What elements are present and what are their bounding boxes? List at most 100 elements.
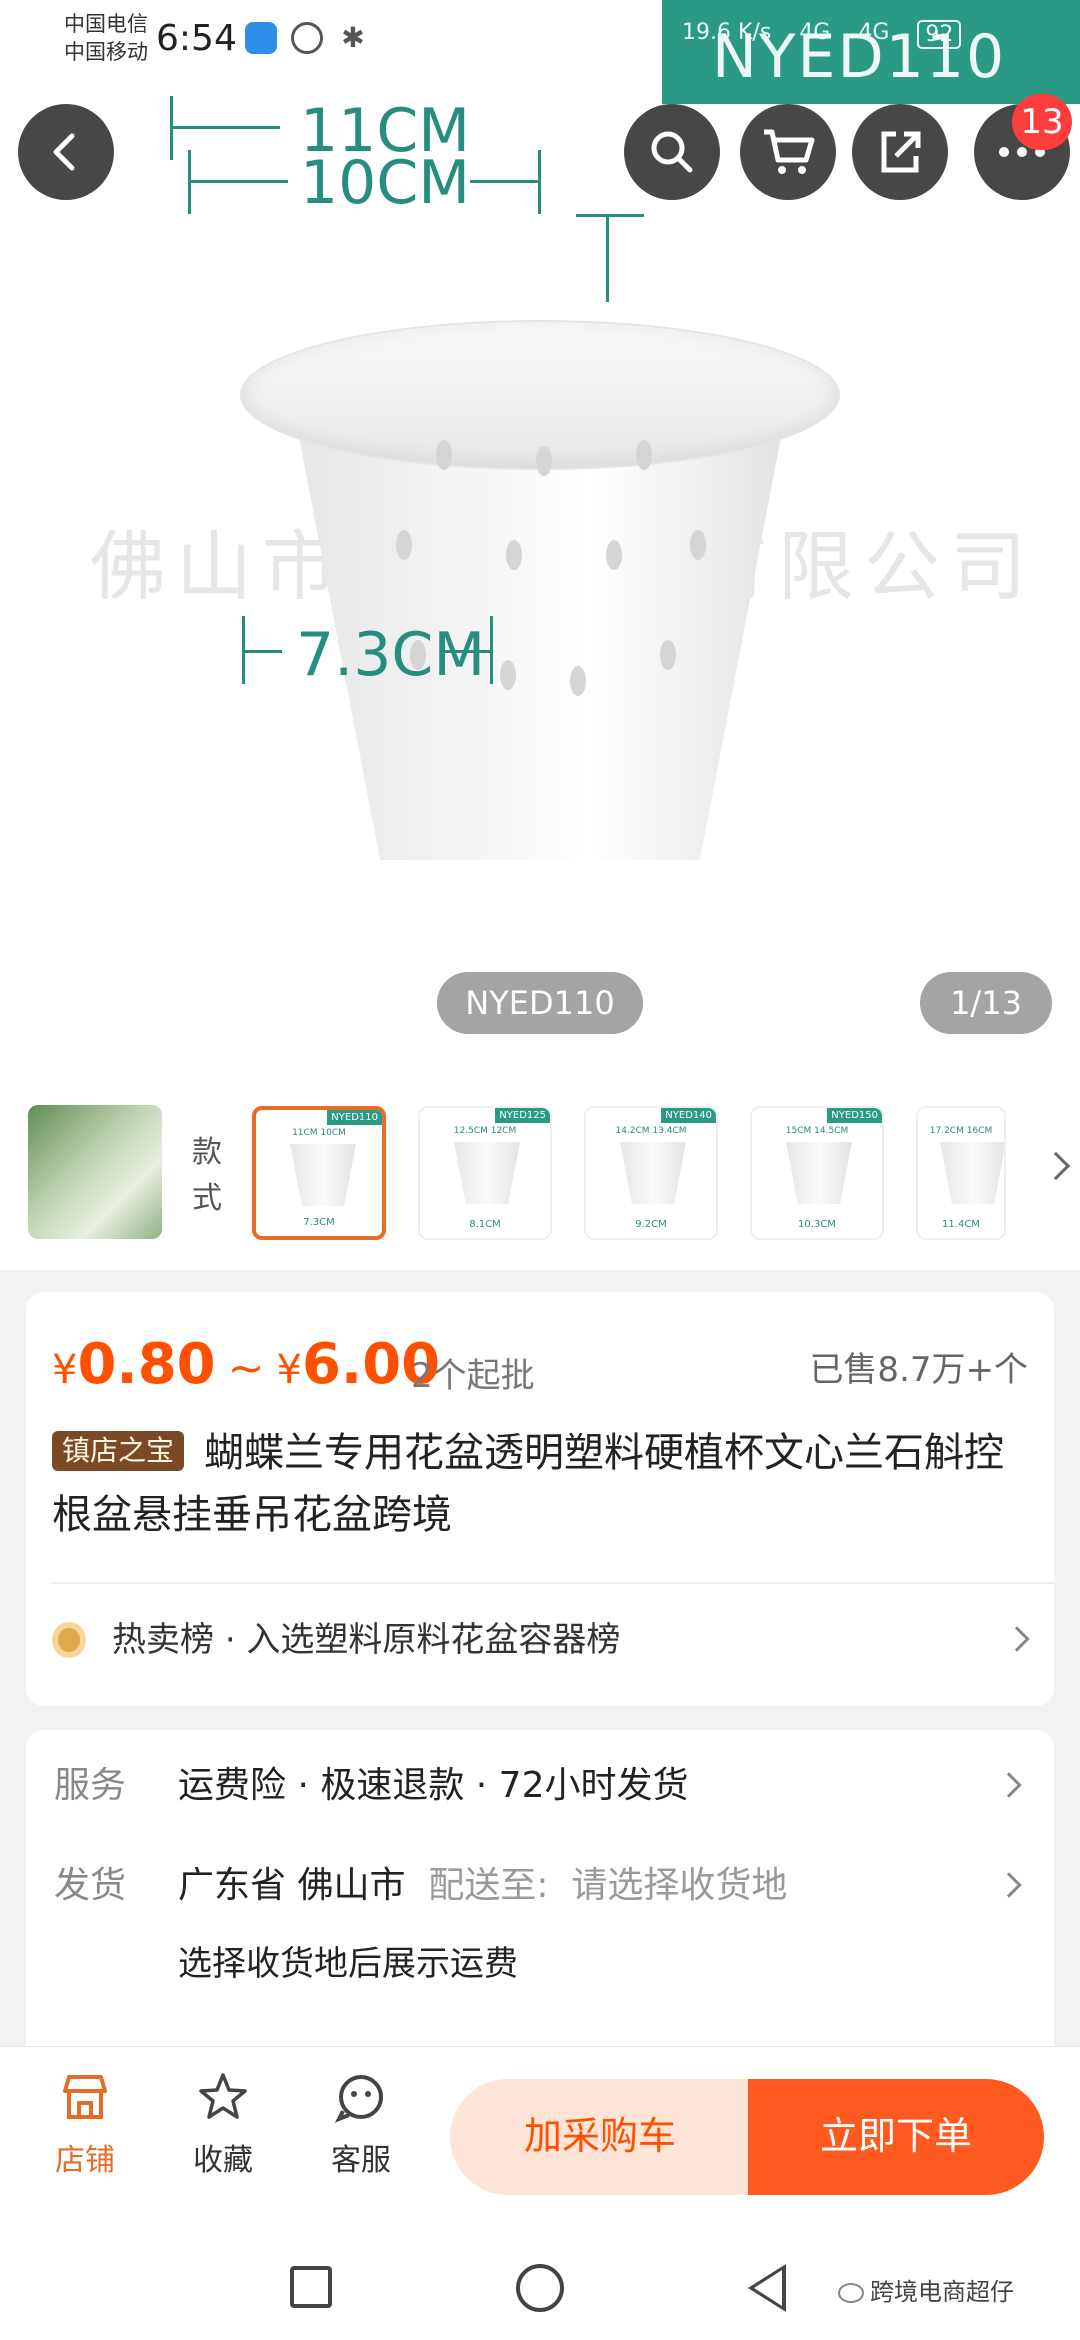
carrier-1: 中国电信 (64, 12, 148, 36)
back-button[interactable] (18, 104, 114, 200)
product-info-card: ¥ 0.80 ~ ¥ 6.00 2个起批 已售8.7万+个 镇店之宝 蝴蝶兰专用花… (26, 1292, 1054, 1706)
wechat-icon (838, 2283, 864, 2303)
thumb-dim-top: 12.5CM 12CM (453, 1126, 517, 1136)
signal-1: 4G (799, 20, 831, 45)
customer-service-button[interactable]: 客服 (306, 2069, 416, 2179)
thumb-tag: NYED140 (661, 1108, 716, 1123)
shipping-row[interactable]: 发货 广东省 佛山市 配送至: 请选择收货地 (54, 1856, 1034, 1916)
service-value: 运费险 · 极速退款 · 72小时发货 (178, 1765, 689, 1806)
store-icon (63, 2075, 107, 2119)
product-page: 11CM 10CM 8 CM 佛山市骏绿科技有限公司 7.3CM (0, 0, 1080, 2340)
cart-button[interactable] (740, 104, 836, 200)
dim-arrow-line (170, 126, 280, 129)
thumb-dim-bottom: 9.2CM (635, 1219, 667, 1230)
favorite-label: 收藏 (193, 2143, 253, 2178)
chevron-right-icon (1004, 1626, 1030, 1652)
wechat-watermark: 跨境电商超仔 (838, 2272, 1014, 2307)
dim-arrow-line (242, 650, 282, 653)
bottom-action-bar: 店铺 收藏 客服 加采购车 立即下单 (0, 2046, 1080, 2246)
style-thumb-4[interactable]: NYED150 15CM 14.5CM 10.3CM (750, 1106, 884, 1240)
dim-arrow-line (470, 180, 540, 183)
ship-to-value: 请选择收货地 (571, 1865, 788, 1906)
ranking-text: 热卖榜 · 入选塑料原料花盆容器榜 (112, 1610, 620, 1670)
dim-bottom: 7.3CM (296, 620, 486, 690)
network-speed: 19.6 K/s (682, 20, 772, 45)
star-icon (199, 2073, 247, 2119)
scene-thumbnail[interactable] (28, 1105, 162, 1239)
buy-now-button[interactable]: 立即下单 (748, 2079, 1044, 2195)
share-icon (881, 131, 921, 173)
store-tag: 镇店之宝 (52, 1431, 185, 1471)
style-selector: 款式 NYED110 11CM 10CM 7.3CM NYED125 12.5C… (0, 1070, 1080, 1270)
customer-service-label: 客服 (331, 2143, 391, 2178)
style-thumb-1[interactable]: NYED110 11CM 10CM 7.3CM (252, 1106, 386, 1240)
add-to-cart-button[interactable]: 加采购车 (450, 2079, 750, 2195)
product-pot-illustration (240, 320, 840, 880)
carrier-names: 中国电信 中国移动 (64, 10, 148, 66)
dim-tick (576, 214, 644, 217)
dim-tick (538, 150, 541, 214)
thumb-dim-bottom: 11.4CM (942, 1219, 980, 1230)
price-range: ¥ 0.80 ~ ¥ 6.00 (52, 1332, 440, 1397)
thumb-dim-bottom: 8.1CM (469, 1219, 501, 1230)
status-time: 6:54 (156, 18, 237, 59)
medal-icon (52, 1622, 86, 1658)
favorite-button[interactable]: 收藏 (168, 2069, 278, 2179)
thumb-tag: NYED110 (327, 1110, 382, 1125)
sold-count: 已售8.7万+个 (809, 1350, 1028, 1390)
recent-apps-icon[interactable] (290, 2266, 332, 2308)
chevron-right-icon[interactable] (1041, 1151, 1071, 1181)
thumb-dim-bottom: 10.3CM (798, 1219, 836, 1230)
shop-button[interactable]: 店铺 (30, 2069, 140, 2179)
ranking-label: 热卖榜 (112, 1620, 214, 1660)
product-title-block: 镇店之宝 蝴蝶兰专用花盆透明塑料硬植杯文心兰石斛控根盆悬挂垂吊花盆跨境 (52, 1422, 1032, 1546)
service-label: 服务 (54, 1765, 127, 1806)
dim-arrow-line (188, 180, 288, 183)
price-min: 0.80 (77, 1332, 216, 1397)
carrier-2: 中国移动 (64, 40, 148, 64)
ship-from: 广东省 佛山市 (178, 1865, 406, 1906)
status-bar: 中国电信 中国移动 6:54 ✱ NYED110 19.6 K/s 4G 4G … (0, 0, 1080, 104)
model-banner: NYED110 19.6 K/s 4G 4G 92 (662, 0, 1080, 104)
style-label: 款式 (192, 1135, 222, 1216)
more-button[interactable]: 13 (974, 94, 1072, 200)
thumb-tag: NYED150 (827, 1108, 882, 1123)
search-button[interactable] (624, 104, 720, 200)
chat-face-icon (334, 2075, 383, 2123)
currency-symbol: ¥ (276, 1347, 302, 1393)
chevron-right-icon (996, 1772, 1022, 1798)
system-indicators: 19.6 K/s 4G 4G 92 (682, 20, 962, 49)
system-navigation-bar: 跨境电商超仔 (0, 2246, 1080, 2340)
cart-icon (764, 129, 815, 174)
thumb-tag: NYED125 (495, 1108, 550, 1123)
ranking-detail: · 入选塑料原料花盆容器榜 (224, 1620, 621, 1660)
price-separator: ~ (227, 1343, 265, 1394)
search-icon (651, 131, 693, 173)
chevron-left-icon (53, 133, 75, 171)
shipping-note: 选择收货地后展示运费 (178, 1944, 518, 1984)
dim-arrow-line (606, 214, 609, 302)
style-thumb-3[interactable]: NYED140 14.2CM 13.4CM 9.2CM (584, 1106, 718, 1240)
shop-label: 店铺 (55, 2143, 115, 2178)
style-thumb-2[interactable]: NYED125 12.5CM 12CM 8.1CM (418, 1106, 552, 1240)
bluetooth-icon: ✱ (341, 21, 365, 54)
currency-symbol: ¥ (52, 1347, 78, 1393)
min-order-quantity: 2个起批 (411, 1356, 535, 1396)
service-card: 服务 运费险 · 极速退款 · 72小时发货 发货 广东省 佛山市 配送至: 请… (26, 1730, 1054, 2070)
ship-to-label: 配送至: (428, 1865, 549, 1906)
share-button[interactable] (852, 104, 948, 200)
status-icons: ✱ (245, 22, 369, 54)
thumb-dim-top: 14.2CM 13.4CM (615, 1126, 687, 1136)
home-icon[interactable] (516, 2264, 564, 2312)
service-row[interactable]: 服务 运费险 · 极速退款 · 72小时发货 (54, 1756, 1034, 1816)
back-triangle-icon[interactable] (748, 2264, 786, 2312)
divider (52, 1582, 1054, 1584)
style-thumb-5[interactable]: 17.2CM 16CM 11.4CM (916, 1106, 1006, 1240)
thumb-dim-top: 17.2CM 16CM (929, 1126, 993, 1136)
product-title: 蝴蝶兰专用花盆透明塑料硬植杯文心兰石斛控根盆悬挂垂吊花盆跨境 (52, 1430, 1005, 1538)
thumb-dim-top: 11CM 10CM (292, 1128, 346, 1138)
hot-ranking-row[interactable]: 热卖榜 · 入选塑料原料花盆容器榜 (52, 1610, 1042, 1670)
battery-icon: 92 (917, 20, 962, 49)
wechat-account-name: 跨境电商超仔 (870, 2278, 1014, 2306)
image-page-indicator: 1/13 (920, 972, 1052, 1034)
